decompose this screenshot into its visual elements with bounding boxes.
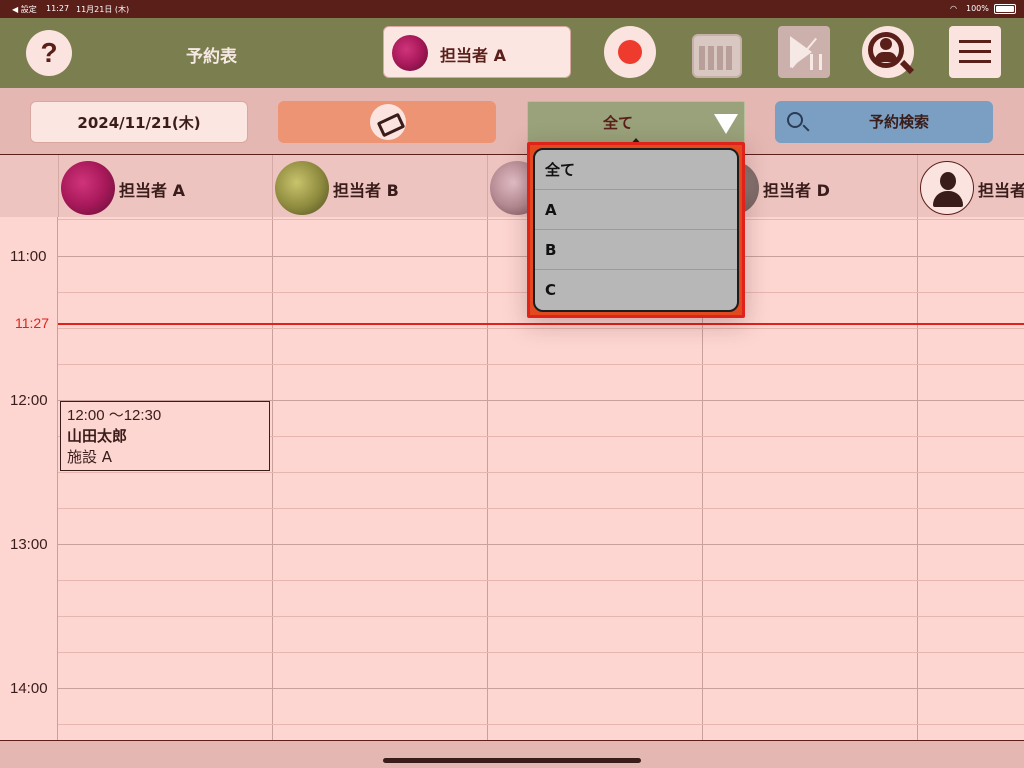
staff-selector-button[interactable]: 担当者 A (383, 26, 571, 78)
status-bar: ◀ 設定 11:27 11月21日 (木) ◠ 100% (0, 0, 1024, 18)
status-time: 11:27 (46, 4, 70, 13)
staff-selector-label: 担当者 A (440, 46, 506, 65)
toolbar: 2024/11/21(木) 全て 予約検索 (0, 88, 1024, 154)
booking-card[interactable]: 12:00 ～12:30 山田太郎 施設 A (60, 401, 270, 471)
bed-icon (370, 104, 406, 140)
schedule-grid[interactable]: 担当者 A 担当者 B 担当者 D 担当者 11:00 12:00 13:00 … (0, 154, 1024, 740)
sun-icon[interactable] (604, 26, 656, 78)
dropdown-option-b[interactable]: B (535, 230, 737, 270)
app-header: ? 予約表 担当者 A (0, 18, 1024, 88)
status-back-link[interactable]: ◀ 設定 (12, 4, 37, 15)
time-label: 14:00 (10, 680, 48, 697)
column-divider (272, 217, 273, 740)
play-pause-icon[interactable] (778, 26, 830, 78)
booking-facility: 施設 A (67, 448, 113, 466)
help-button[interactable]: ? (26, 30, 72, 76)
page-title: 予約表 (186, 47, 237, 67)
wifi-icon: ◠ (950, 4, 957, 13)
time-label: 12:00 (10, 392, 48, 409)
date-button[interactable]: 2024/11/21(木) (30, 101, 248, 143)
column-divider (917, 217, 918, 740)
menu-icon[interactable] (949, 26, 1001, 78)
user-search-icon[interactable] (862, 26, 915, 78)
avatar (275, 161, 329, 215)
booking-customer-name: 山田太郎 (67, 427, 128, 445)
time-label: 13:00 (10, 536, 48, 553)
column-divider (487, 217, 488, 740)
battery-percent: 100% (966, 4, 989, 13)
dropdown-option-a[interactable]: A (535, 190, 737, 230)
filter-dropdown-menu: 全て A B C (533, 148, 739, 312)
staff-name: 担当者 B (333, 181, 399, 200)
time-label: 11:00 (10, 248, 47, 265)
column-divider (57, 217, 58, 740)
staff-header-row: 担当者 A 担当者 B 担当者 D 担当者 (0, 155, 1024, 217)
bottom-bar (0, 740, 1024, 768)
staff-column-a[interactable]: 担当者 A (58, 155, 272, 217)
dropdown-option-all[interactable]: 全て (535, 150, 737, 190)
triangle-down-icon (714, 114, 738, 134)
reservation-search-button[interactable]: 予約検索 (775, 101, 993, 143)
staff-name: 担当者 A (119, 181, 185, 200)
current-time-label: 11:27 (15, 315, 49, 331)
booking-time: 12:00 ～12:30 (67, 407, 162, 424)
filter-dropdown-button[interactable]: 全て (527, 101, 745, 143)
filter-dropdown-highlight: 全て A B C (527, 142, 745, 318)
avatar (61, 161, 115, 215)
calendar-icon[interactable] (690, 26, 742, 78)
reservation-search-label: 予約検索 (869, 113, 930, 131)
staff-column-e[interactable]: 担当者 (917, 155, 1024, 217)
status-date: 11月21日 (木) (76, 5, 130, 14)
facility-button[interactable] (278, 101, 496, 143)
staff-name: 担当者 D (763, 181, 830, 200)
battery-icon (994, 4, 1016, 14)
staff-avatar (392, 35, 428, 71)
person-icon (920, 161, 974, 215)
staff-column-b[interactable]: 担当者 B (272, 155, 487, 217)
current-time-line (58, 323, 1024, 325)
dropdown-option-c[interactable]: C (535, 270, 737, 310)
search-icon (787, 112, 803, 128)
staff-name: 担当者 (978, 181, 1024, 200)
home-indicator[interactable] (383, 758, 641, 763)
